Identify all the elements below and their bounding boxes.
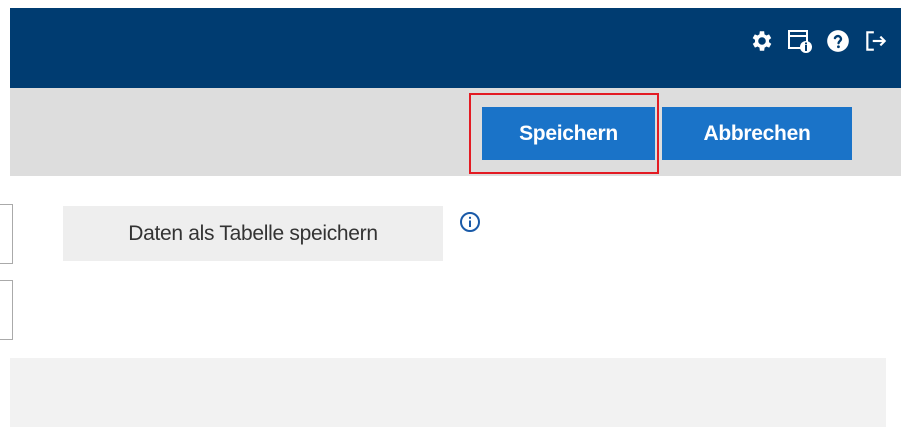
topbar-icon-group [749, 28, 889, 54]
save-as-table-button[interactable]: Daten als Tabelle speichern [63, 206, 443, 261]
content-panel [10, 358, 886, 427]
gear-icon[interactable] [749, 28, 775, 54]
info-window-icon[interactable] [787, 28, 813, 54]
input-field-edge[interactable] [0, 204, 13, 264]
action-toolbar: Speichern Abbrechen [10, 88, 901, 176]
help-icon[interactable] [825, 28, 851, 54]
info-circle-icon[interactable] [459, 211, 481, 233]
cancel-button[interactable]: Abbrechen [662, 107, 852, 160]
top-navigation-bar [10, 8, 901, 88]
logout-icon[interactable] [863, 28, 889, 54]
input-field-edge[interactable] [0, 280, 13, 340]
save-button[interactable]: Speichern [482, 107, 655, 160]
